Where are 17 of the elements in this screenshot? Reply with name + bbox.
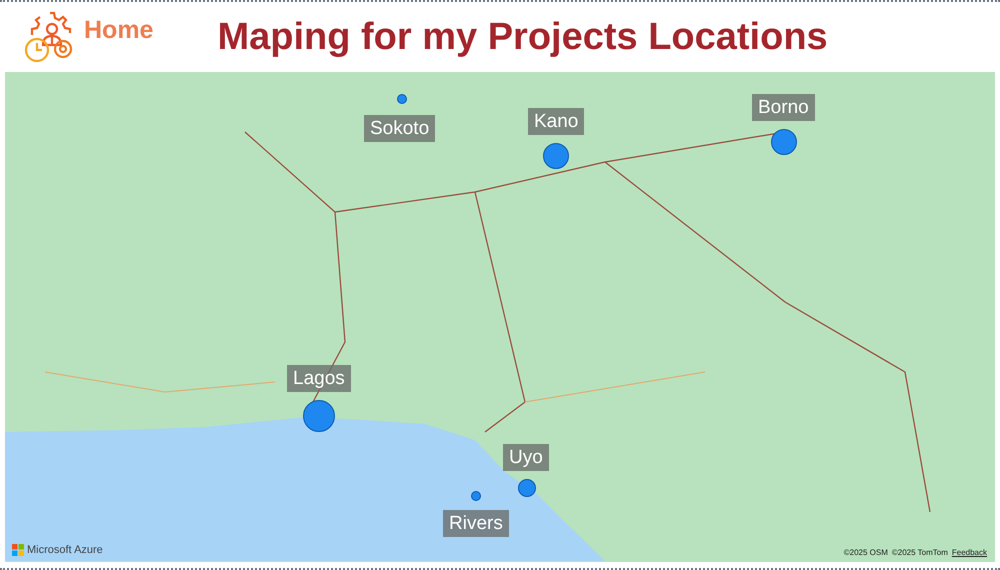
- location-bubble[interactable]: [303, 400, 335, 432]
- location-label: Rivers: [443, 510, 509, 537]
- location-bubble[interactable]: [771, 129, 797, 155]
- location-label: Borno: [752, 94, 815, 121]
- brand-label: Microsoft Azure: [27, 542, 103, 558]
- location-bubble[interactable]: [543, 143, 569, 169]
- location-label: Uyo: [503, 444, 549, 471]
- attribution-text: ©2025 OSM: [844, 547, 888, 559]
- location-label: Sokoto: [364, 115, 436, 142]
- windows-logo-icon: [12, 544, 24, 556]
- location-bubble[interactable]: [397, 94, 407, 104]
- location-bubble[interactable]: [518, 479, 536, 497]
- location-label: Kano: [528, 108, 584, 135]
- attribution-text: ©2025 TomTom: [892, 547, 948, 559]
- page-title: Maping for my Projects Locations: [217, 18, 828, 56]
- location-label: Lagos: [287, 365, 351, 392]
- feedback-link[interactable]: Feedback: [952, 547, 987, 559]
